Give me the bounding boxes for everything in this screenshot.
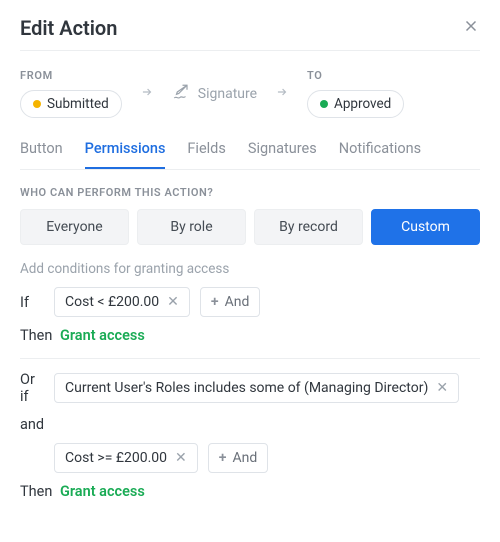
scope-custom[interactable]: Custom <box>371 209 480 245</box>
or-if-keyword: Or if <box>20 371 44 406</box>
plus-icon: + <box>211 294 219 310</box>
tab-fields[interactable]: Fields <box>187 132 225 169</box>
plus-icon: + <box>219 450 227 466</box>
rule-block: If Cost < £200.00 ✕ + And Then Grant acc… <box>20 287 480 359</box>
workflow-bar: FROM Submitted Signature TO Approved <box>20 51 480 132</box>
scope-by-role[interactable]: By role <box>137 209 246 245</box>
and-label: And <box>225 294 250 310</box>
and-label: And <box>232 450 257 466</box>
condition-chip[interactable]: Current User's Roles includes some of (M… <box>54 373 459 403</box>
then-keyword: Then <box>20 327 52 344</box>
workflow-middle: Signature <box>172 83 257 105</box>
remove-icon[interactable]: ✕ <box>175 451 187 465</box>
tab-signatures[interactable]: Signatures <box>248 132 317 169</box>
workflow-to: TO Approved <box>307 69 404 118</box>
to-label: TO <box>307 69 404 82</box>
grant-access-label: Grant access <box>60 483 145 500</box>
scope-everyone[interactable]: Everyone <box>20 209 129 245</box>
tab-button[interactable]: Button <box>20 132 63 169</box>
condition-text: Current User's Roles includes some of (M… <box>65 380 428 396</box>
remove-icon[interactable]: ✕ <box>167 295 179 309</box>
from-state-chip[interactable]: Submitted <box>20 90 122 118</box>
dialog-tabs: Button Permissions Fields Signatures Not… <box>20 132 480 170</box>
dialog-header: Edit Action <box>20 16 480 51</box>
rule-block: Or if Current User's Roles includes some… <box>20 371 480 514</box>
dialog-title: Edit Action <box>20 16 117 40</box>
close-icon[interactable] <box>462 17 480 39</box>
from-state-text: Submitted <box>47 96 109 112</box>
signature-icon <box>172 83 190 105</box>
condition-chip[interactable]: Cost >= £200.00 ✕ <box>54 443 198 473</box>
scope-by-record[interactable]: By record <box>254 209 363 245</box>
edit-action-dialog: Edit Action FROM Submitted Signature TO <box>0 0 500 542</box>
who-label: WHO CAN PERFORM THIS ACTION? <box>20 186 480 199</box>
then-keyword: Then <box>20 483 52 500</box>
condition-chip[interactable]: Cost < £200.00 ✕ <box>54 287 190 317</box>
remove-icon[interactable]: ✕ <box>436 381 448 395</box>
to-state-text: Approved <box>334 96 391 112</box>
scope-segmented: Everyone By role By record Custom <box>20 209 480 245</box>
status-dot-green <box>320 100 328 108</box>
to-state-chip[interactable]: Approved <box>307 90 404 118</box>
middle-state-text: Signature <box>198 86 257 102</box>
arrow-right-icon <box>275 84 289 103</box>
add-and-button[interactable]: + And <box>200 287 260 317</box>
from-label: FROM <box>20 69 122 82</box>
and-trail: and <box>20 416 44 433</box>
condition-text: Cost < £200.00 <box>65 294 159 310</box>
tab-notifications[interactable]: Notifications <box>339 132 421 169</box>
if-keyword: If <box>20 294 44 311</box>
status-dot-yellow <box>33 100 41 108</box>
then-line: Then Grant access <box>20 327 480 344</box>
add-and-button[interactable]: + And <box>208 443 268 473</box>
tab-permissions[interactable]: Permissions <box>85 132 166 169</box>
workflow-from: FROM Submitted <box>20 69 122 118</box>
condition-text: Cost >= £200.00 <box>65 450 167 466</box>
conditions-hint: Add conditions for granting access <box>20 261 480 277</box>
arrow-right-icon <box>140 84 154 103</box>
then-line: Then Grant access <box>20 483 480 500</box>
grant-access-label: Grant access <box>60 327 145 344</box>
